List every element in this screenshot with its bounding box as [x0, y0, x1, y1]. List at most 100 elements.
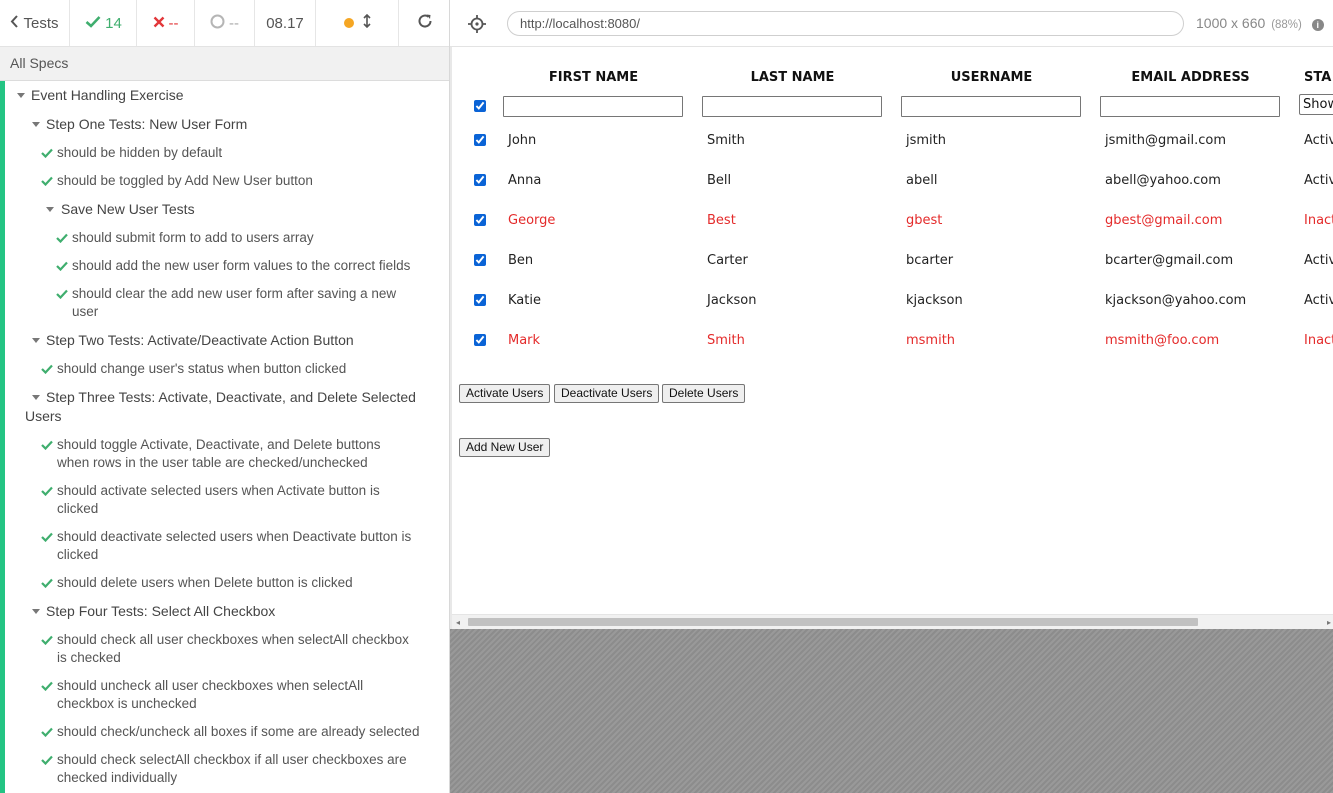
table-row: George Best gbest gbest@gmail.com Inactive: [465, 200, 1333, 240]
check-icon: [41, 486, 53, 496]
tests-button[interactable]: Tests: [0, 0, 70, 46]
test-item[interactable]: should uncheck all user checkboxes when …: [57, 677, 363, 713]
row-checkbox[interactable]: [473, 294, 486, 306]
row-checkbox[interactable]: [473, 174, 486, 186]
check-icon: [85, 15, 101, 32]
filter-row: Show: [465, 92, 1333, 120]
username-cell: gbest: [906, 212, 943, 228]
test-item[interactable]: should deactivate selected users when De…: [57, 528, 411, 564]
check-icon: [56, 233, 68, 243]
passed-count: 14: [71, 0, 137, 46]
check-icon: [41, 727, 53, 737]
viewport-info[interactable]: 1000 x 660 (88%) i: [1196, 0, 1324, 46]
all-specs-bar[interactable]: All Specs: [0, 47, 449, 81]
test-item[interactable]: should change user's status when button …: [57, 360, 346, 378]
last-name-cell: Bell: [707, 172, 732, 188]
test-item[interactable]: should be hidden by default: [57, 144, 222, 162]
username-cell: bcarter: [906, 252, 954, 268]
first-name-cell: Ben: [508, 252, 534, 268]
first-name-cell: Katie: [508, 292, 541, 308]
autoscroll-arrows-icon: [362, 13, 371, 32]
scroll-left-icon[interactable]: ◂: [456, 618, 460, 627]
username-filter[interactable]: [901, 95, 1081, 117]
suite-title[interactable]: Step One Tests: New User Form: [46, 115, 247, 133]
test-item[interactable]: should clear the add new user form after…: [72, 285, 396, 321]
status-cell: Active: [1304, 172, 1333, 188]
row-checkbox[interactable]: [473, 334, 486, 346]
username-cell: kjackson: [906, 292, 963, 308]
test-item[interactable]: should check selectAll checkbox if all u…: [57, 751, 407, 787]
add-new-user-button[interactable]: Add New User: [459, 438, 551, 457]
check-icon: [41, 578, 53, 588]
email-filter[interactable]: [1100, 95, 1280, 117]
check-icon: [41, 440, 53, 450]
table-row: Mark Smith msmith msmith@foo.com Inactive: [465, 320, 1333, 360]
status-cell: Inactive: [1304, 332, 1333, 348]
suite-pass-indicator: [0, 81, 5, 793]
test-item[interactable]: should be toggled by Add New User button: [57, 172, 313, 190]
test-item[interactable]: should add the new user form values to t…: [72, 257, 410, 275]
email-cell: bcarter@gmail.com: [1105, 252, 1234, 268]
status-cell: Active: [1304, 132, 1333, 148]
user-table: FIRST NAME LAST NAME USERNAME EMAIL ADDR…: [465, 62, 1333, 360]
test-item[interactable]: should toggle Activate, Deactivate, and …: [57, 436, 380, 472]
username-cell: msmith: [906, 332, 956, 348]
url-bar[interactable]: http://localhost:8080/: [507, 11, 1184, 36]
status-filter-select[interactable]: Show: [1299, 93, 1333, 115]
table-row: Anna Bell abell abell@yahoo.com Active: [465, 160, 1333, 200]
last-name-cell: Smith: [707, 332, 745, 348]
suite-title[interactable]: Step Two Tests: Activate/Deactivate Acti…: [46, 331, 354, 349]
status-cell: Inactive: [1304, 212, 1333, 228]
restart-button[interactable]: [399, 0, 449, 46]
x-icon: [153, 15, 165, 32]
checkbox-cell: [465, 160, 494, 200]
check-icon: [41, 681, 53, 691]
suite-title[interactable]: Step Three Tests: Activate, Deactivate, …: [25, 388, 416, 426]
check-icon: [41, 635, 53, 645]
header-status: STA: [1304, 69, 1332, 85]
last-name-filter[interactable]: [702, 95, 882, 117]
crosshair-icon: [466, 15, 488, 38]
caret-down-icon: [32, 609, 40, 614]
first-name-filter[interactable]: [503, 95, 683, 117]
caret-down-icon: [32, 338, 40, 343]
check-icon: [41, 148, 53, 158]
test-item[interactable]: should delete users when Delete button i…: [57, 574, 353, 592]
delete-users-button[interactable]: Delete Users: [662, 384, 746, 403]
test-reporter: Tests 14 -- -- 08.17 All Specs Event Han…: [0, 0, 450, 793]
viewport-background: [450, 629, 1333, 793]
row-checkbox[interactable]: [473, 254, 486, 266]
suite-title[interactable]: Event Handling Exercise: [31, 86, 184, 104]
suite-title[interactable]: Step Four Tests: Select All Checkbox: [46, 602, 275, 620]
row-checkbox[interactable]: [473, 214, 486, 226]
test-item[interactable]: should check all user checkboxes when se…: [57, 631, 409, 667]
runnables-list: Event Handling Exercise Step One Tests: …: [0, 81, 449, 793]
viewport-size: 1000 x 660: [1196, 15, 1266, 31]
email-cell: abell@yahoo.com: [1105, 172, 1221, 188]
checkbox-cell: [465, 240, 494, 280]
test-item[interactable]: should check/uncheck all boxes if some a…: [57, 723, 419, 741]
status-cell: Active: [1304, 252, 1333, 268]
horizontal-scrollbar[interactable]: ◂ ▸: [452, 614, 1333, 629]
email-cell: gbest@gmail.com: [1105, 212, 1223, 228]
activate-users-button[interactable]: Activate Users: [459, 384, 551, 403]
row-checkbox[interactable]: [473, 134, 486, 146]
select-all-checkbox[interactable]: [473, 100, 486, 112]
username-cell: abell: [906, 172, 938, 188]
email-cell: msmith@foo.com: [1105, 332, 1220, 348]
pending-count: --: [195, 0, 255, 46]
test-item[interactable]: should activate selected users when Acti…: [57, 482, 380, 518]
caret-down-icon: [32, 122, 40, 127]
scrollbar-thumb[interactable]: [468, 618, 1198, 626]
test-item[interactable]: should submit form to add to users array: [72, 229, 314, 247]
info-icon: i: [1311, 19, 1324, 31]
header-first-name: FIRST NAME: [548, 69, 639, 85]
suite-title[interactable]: Save New User Tests: [61, 200, 195, 218]
username-cell: jsmith: [906, 132, 946, 148]
deactivate-users-button[interactable]: Deactivate Users: [554, 384, 660, 403]
selector-playground-button[interactable]: [466, 13, 488, 35]
circle-pending-icon: [210, 14, 225, 33]
reporter-header: Tests 14 -- -- 08.17: [0, 0, 449, 47]
autoscroll-toggle[interactable]: [316, 0, 399, 46]
scroll-right-icon[interactable]: ▸: [1327, 618, 1331, 627]
